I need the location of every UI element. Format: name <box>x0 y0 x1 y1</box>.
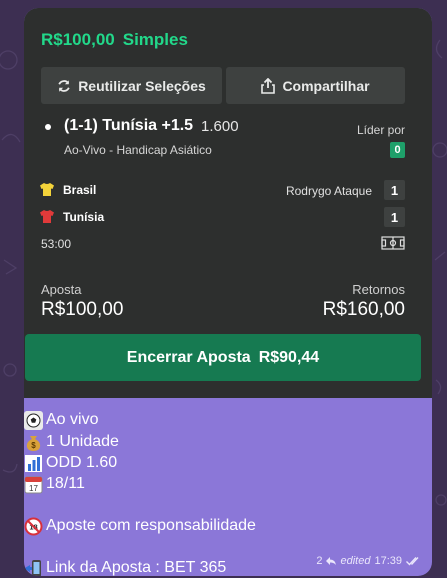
share-icon <box>261 77 276 94</box>
pitch-icon[interactable] <box>381 236 405 250</box>
scorer-name: Rodrygo Ataque <box>285 184 372 198</box>
leader-label: Líder por <box>356 123 405 137</box>
team-name-tunisia: Tunísia <box>63 209 105 224</box>
no-under-18-icon: 18 <box>24 517 43 535</box>
leader-badge: 0 <box>390 142 405 158</box>
caption-line-live: Ao vivo <box>24 409 98 431</box>
bet-type: Simples <box>122 30 188 49</box>
returns-label: Retornos <box>352 282 405 297</box>
caption-link: Link da Aposta : BET 365 <box>46 559 227 576</box>
bet-header: R$100,00 Simples <box>41 30 196 50</box>
selection-market: Ao-Vivo - Handicap Asiático <box>64 143 212 157</box>
selection-title: (1-1) Tunísia +1.5 <box>64 117 194 134</box>
bet-slip-card: R$100,00 Simples Reutilizar Seleções Comp… <box>24 8 432 398</box>
reply-count: 2 <box>316 555 323 567</box>
message-time: 17:39 <box>374 555 402 567</box>
score-tunisia: 1 <box>384 207 405 227</box>
share-label: Compartilhar <box>282 77 370 94</box>
refresh-icon <box>58 79 70 92</box>
phone-arrow-icon <box>24 559 41 576</box>
caption-line-odd: ODD 1.60 <box>24 452 117 474</box>
bar-chart-icon <box>25 454 42 472</box>
selection-bullet <box>45 124 51 130</box>
caption-date: 18/11 <box>46 475 85 492</box>
bet-header-stake: R$100,00 <box>41 30 115 49</box>
score-brasil: 1 <box>384 180 405 200</box>
cashout-button[interactable]: Encerrar Aposta R$90,44 <box>25 334 421 381</box>
edited-label: edited <box>340 555 371 567</box>
team-row-tunisia: Tunísia <box>39 209 104 224</box>
message-meta: 2 edited 17:39 <box>316 555 422 567</box>
team-name-brasil: Brasil <box>63 182 97 197</box>
double-check-icon <box>406 557 419 566</box>
caption-live: Ao vivo <box>46 411 99 428</box>
stake-label: Aposta <box>41 282 82 297</box>
share-button[interactable]: Compartilhar <box>226 67 405 104</box>
money-bag-icon: $ <box>26 435 41 451</box>
message-bubble: R$100,00 Simples Reutilizar Seleções Comp… <box>24 8 432 576</box>
caption-line-responsible: 18 Aposte com responsabilidade <box>24 515 256 537</box>
reuse-selections-label: Reutilizar Seleções <box>78 77 206 94</box>
caption-responsible: Aposte com responsabilidade <box>46 517 256 534</box>
reuse-selections-button[interactable]: Reutilizar Seleções <box>41 67 222 104</box>
caption-line-link: Link da Aposta : BET 365 <box>24 557 226 576</box>
stake-value: R$100,00 <box>41 299 124 320</box>
caption-odd: ODD 1.60 <box>46 454 118 471</box>
cashout-label: Encerrar Aposta <box>126 348 251 366</box>
reply-arrow-icon[interactable] <box>326 557 337 565</box>
match-clock: 53:00 <box>41 237 72 251</box>
svg-text:17: 17 <box>29 484 38 493</box>
message-caption: Ao vivo $ 1 Unidade ODD 1.60 17 18/11 Ap… <box>24 398 432 576</box>
selection-odd: 1.600 <box>201 118 239 135</box>
team-row-brasil: Brasil <box>39 182 96 197</box>
soccer-ball-icon <box>24 410 43 430</box>
svg-text:$: $ <box>31 441 36 450</box>
calendar-icon: 17 <box>24 476 43 493</box>
red-shirt-icon <box>40 210 54 223</box>
caption-unit: 1 Unidade <box>46 433 119 450</box>
returns-value: R$160,00 <box>322 299 405 320</box>
yellow-shirt-icon <box>40 183 54 196</box>
caption-line-unit: $ 1 Unidade <box>24 431 119 453</box>
caption-line-date: 17 18/11 <box>24 473 85 495</box>
cashout-value: R$90,44 <box>258 348 320 366</box>
